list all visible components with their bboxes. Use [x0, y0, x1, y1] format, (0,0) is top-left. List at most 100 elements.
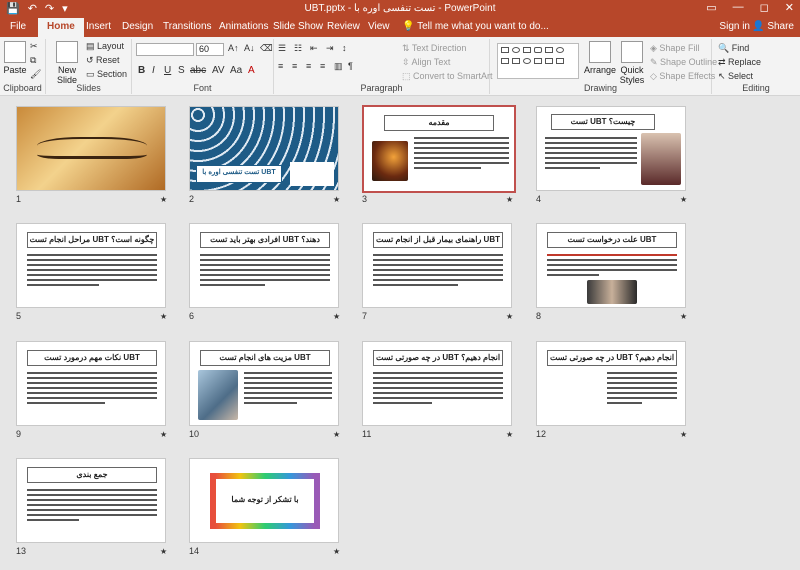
slide-thumbnail-4[interactable]: تست UBT چیست؟	[536, 106, 686, 191]
slide-thumbnail-5[interactable]: مراحل انجام تست UBT چگونه است؟	[16, 223, 166, 308]
tab-animations[interactable]: Animations	[219, 21, 268, 32]
tab-file[interactable]: File	[10, 21, 26, 32]
text-direction-button[interactable]: ⇅ Text Direction	[402, 43, 466, 54]
slide-thumbnail-7[interactable]: راهنمای بیمار قبل از انجام تست UBT	[362, 223, 512, 308]
sign-in-link[interactable]: Sign in	[719, 21, 750, 32]
transition-star-11[interactable]: ★	[506, 430, 513, 439]
slide-thumbnail-6[interactable]: افرادی بهتر باید تست UBT دهند؟	[189, 223, 339, 308]
bold-icon[interactable]: B	[138, 65, 145, 76]
font-size-combo[interactable]: 60	[196, 43, 224, 56]
tab-transitions[interactable]: Transitions	[163, 21, 212, 32]
slide-thumbnail-3[interactable]: مقدمه	[362, 105, 516, 193]
tab-slide-show[interactable]: Slide Show	[273, 21, 323, 32]
ribbon-display-icon[interactable]: ▭	[706, 1, 716, 14]
share-button[interactable]: 👤 Share	[752, 21, 794, 32]
transition-star-2[interactable]: ★	[333, 195, 340, 204]
arrange-button[interactable]: Arrange	[584, 41, 616, 75]
align-left-icon[interactable]: ≡	[278, 61, 283, 71]
transition-star-4[interactable]: ★	[680, 195, 687, 204]
transition-star-5[interactable]: ★	[160, 312, 167, 321]
new-slide-button[interactable]: New Slide	[52, 41, 82, 85]
shape-brace-icon[interactable]	[534, 58, 542, 64]
bullets-icon[interactable]: ☰	[278, 43, 286, 54]
copy-icon[interactable]: ⧉	[30, 55, 36, 66]
find-button[interactable]: 🔍 Find	[718, 43, 749, 54]
slide-thumbnail-1[interactable]	[16, 106, 166, 191]
layout-button[interactable]: ▤ Layout	[86, 41, 124, 52]
justify-icon[interactable]: ≡	[320, 61, 325, 71]
close-button[interactable]: ✕	[785, 1, 794, 14]
quick-styles-button[interactable]: Quick Styles	[616, 41, 648, 85]
shape-effects-button[interactable]: ◇ Shape Effects	[650, 71, 715, 82]
shape-fill-button[interactable]: ◈ Shape Fill	[650, 43, 699, 54]
underline-icon[interactable]: U	[164, 65, 171, 76]
slide-thumbnail-13[interactable]: جمع بندی	[16, 458, 166, 543]
slide-thumbnail-12[interactable]: در چه صورتی تست UBT انجام دهیم؟	[536, 341, 686, 426]
align-center-icon[interactable]: ≡	[292, 61, 297, 71]
line-spacing-icon[interactable]: ↕	[342, 43, 347, 53]
transition-star-10[interactable]: ★	[333, 430, 340, 439]
slide-thumbnail-10[interactable]: مزیت های انجام تست UBT	[189, 341, 339, 426]
shape-outline-button[interactable]: ✎ Shape Outline	[650, 57, 717, 68]
slide-thumbnail-2[interactable]: تست تنفسی اوره با UBT	[189, 106, 339, 191]
shadow-icon[interactable]: S	[178, 65, 185, 76]
shape-circle-icon[interactable]	[556, 47, 564, 53]
italic-icon[interactable]: I	[152, 65, 155, 76]
format-painter-icon[interactable]: 🖌	[30, 69, 41, 80]
slide-thumbnail-8[interactable]: علت درخواست تست UBT	[536, 223, 686, 308]
shape-arrow-icon[interactable]	[501, 58, 509, 64]
shape-rectangle-icon[interactable]	[501, 47, 509, 53]
transition-star-14[interactable]: ★	[333, 547, 340, 556]
decrease-indent-icon[interactable]: ⇤	[310, 43, 318, 54]
tell-me-box[interactable]: 💡 Tell me what you want to do...	[402, 21, 549, 32]
replace-button[interactable]: ⇄ Replace	[718, 57, 761, 68]
tab-view[interactable]: View	[368, 21, 390, 32]
char-spacing-icon[interactable]: AV	[212, 65, 225, 76]
maximize-button[interactable]: ◻	[760, 1, 769, 14]
font-name-combo[interactable]	[136, 43, 194, 56]
select-button[interactable]: ↖ Select	[718, 71, 753, 82]
shape-smile-icon[interactable]	[523, 58, 531, 64]
convert-smartart-button[interactable]: ⬚ Convert to SmartArt	[402, 71, 493, 82]
tab-insert[interactable]: Insert	[86, 21, 111, 32]
font-color-icon[interactable]: A	[248, 65, 255, 76]
shrink-font-icon[interactable]: A↓	[244, 43, 255, 53]
reset-button[interactable]: ↺ Reset	[86, 55, 120, 66]
increase-indent-icon[interactable]: ⇥	[326, 43, 334, 54]
tab-design[interactable]: Design	[122, 21, 153, 32]
shape-star-icon[interactable]	[512, 58, 520, 64]
transition-star-13[interactable]: ★	[160, 547, 167, 556]
change-case-icon[interactable]: Aa	[230, 65, 242, 76]
transition-star-3[interactable]: ★	[506, 195, 513, 204]
tab-home[interactable]: Home	[38, 18, 84, 37]
shape-textbox-icon[interactable]	[545, 47, 553, 53]
transition-star-8[interactable]: ★	[680, 312, 687, 321]
transition-star-1[interactable]: ★	[160, 195, 167, 204]
transition-star-7[interactable]: ★	[506, 312, 513, 321]
grow-font-icon[interactable]: A↑	[228, 43, 239, 53]
slide-thumbnail-9[interactable]: نکات مهم درمورد تست UBT	[16, 341, 166, 426]
shape-callout-icon[interactable]	[545, 58, 553, 64]
clear-format-icon[interactable]: ⌫	[260, 43, 273, 54]
shape-square-icon[interactable]	[523, 47, 531, 53]
cut-icon[interactable]: ✂	[30, 41, 38, 52]
tab-review[interactable]: Review	[327, 21, 360, 32]
paste-button[interactable]: Paste	[3, 41, 27, 75]
minimize-button[interactable]: —	[733, 1, 744, 14]
slide-thumbnail-14[interactable]: با تشکر از توجه شما	[189, 458, 339, 543]
transition-star-9[interactable]: ★	[160, 430, 167, 439]
shape-triangle-icon[interactable]	[556, 58, 564, 64]
shape-oval-icon[interactable]	[512, 47, 520, 53]
columns-icon[interactable]: ▥	[334, 61, 343, 72]
rtl-icon[interactable]: ¶	[348, 61, 353, 71]
shapes-gallery[interactable]	[497, 43, 579, 79]
section-button[interactable]: ▭ Section	[86, 69, 127, 80]
strikethrough-icon[interactable]: abc	[190, 65, 206, 76]
transition-star-6[interactable]: ★	[333, 312, 340, 321]
align-text-button[interactable]: ⇳ Align Text	[402, 57, 450, 68]
shape-rounded-icon[interactable]	[534, 47, 542, 53]
transition-star-12[interactable]: ★	[680, 430, 687, 439]
align-right-icon[interactable]: ≡	[306, 61, 311, 71]
numbering-icon[interactable]: ☷	[294, 43, 302, 54]
slide-thumbnail-11[interactable]: در چه صورتی تست UBT انجام دهیم؟	[362, 341, 512, 426]
